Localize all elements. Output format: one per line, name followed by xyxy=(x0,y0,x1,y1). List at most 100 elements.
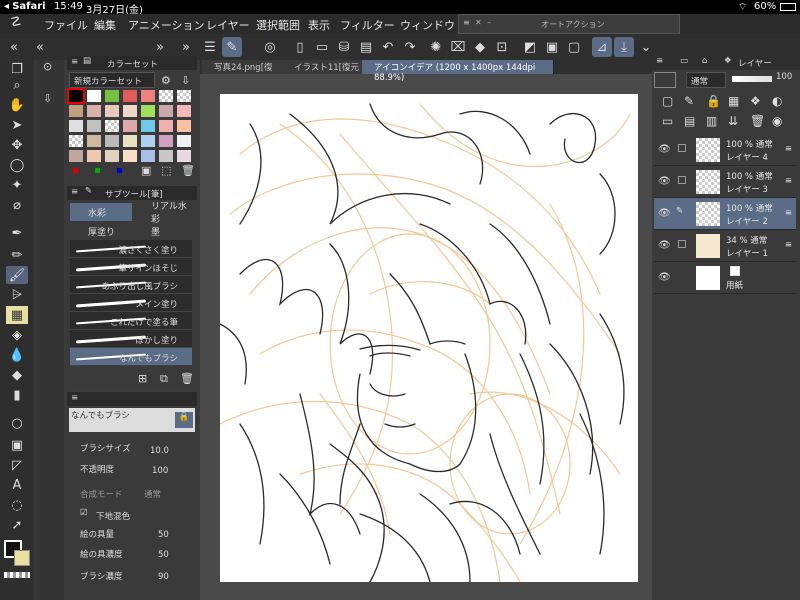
frame-tool-icon[interactable]: ▣ xyxy=(6,436,28,454)
expand-icon[interactable]: » xyxy=(150,37,170,57)
minimize-icon[interactable]: – xyxy=(487,18,491,27)
layer-row-paper[interactable]: 👁 用紙 xyxy=(654,262,796,294)
layer-row[interactable]: 👁 100 % 通常 レイヤー 3 ≡ xyxy=(654,166,796,198)
color-set-dropdown[interactable]: 新規カラーセット xyxy=(69,72,155,88)
grip-icon[interactable]: ≡ xyxy=(71,393,78,403)
new-folder-icon[interactable]: ▥ xyxy=(706,114,717,128)
color-swatch[interactable] xyxy=(69,120,83,132)
layer-checkbox[interactable] xyxy=(678,176,686,184)
color-swatch[interactable] xyxy=(177,105,191,117)
ruler-tool-icon[interactable]: ◸ xyxy=(6,456,28,474)
menu-edit[interactable]: 編集 xyxy=(94,17,116,33)
paint-amount-value[interactable]: 50 xyxy=(158,530,169,540)
blend-mode-select[interactable]: 通常 xyxy=(144,488,161,500)
download-icon[interactable]: ⇩ xyxy=(181,74,190,87)
eye-icon[interactable]: 👁 xyxy=(658,208,671,219)
color-swatch[interactable] xyxy=(123,120,137,132)
color-swatch[interactable] xyxy=(159,120,173,132)
color-swatch[interactable] xyxy=(123,105,137,117)
grip-icon[interactable]: ≡ xyxy=(71,57,78,67)
eraser-icon[interactable]: ◈ xyxy=(6,326,28,344)
blend-mode-dropdown[interactable]: 通常 xyxy=(686,72,726,88)
text-tool-icon[interactable]: A xyxy=(6,476,28,494)
eyedropper-icon[interactable]: ⌀ xyxy=(6,196,28,214)
redo-icon[interactable]: ↷ xyxy=(400,37,420,57)
brush-item[interactable]: これだけで塗る筆 xyxy=(70,312,192,330)
menu-layer[interactable]: レイヤー xyxy=(206,17,250,33)
menu-select[interactable]: 選択範囲 xyxy=(256,17,300,33)
color-swatch[interactable] xyxy=(105,90,119,102)
mask-icon[interactable]: ▦ xyxy=(728,94,739,108)
brush-tool-icon[interactable]: 🖌 xyxy=(6,266,28,284)
opacity-value[interactable]: 100 xyxy=(152,466,168,476)
color-swatch[interactable] xyxy=(177,120,191,132)
lock-icon[interactable]: 🔒 xyxy=(175,412,193,428)
color-swatch[interactable] xyxy=(87,105,101,117)
color-swatch[interactable] xyxy=(105,135,119,147)
hamburger-icon[interactable]: ☰ xyxy=(200,37,220,57)
color-swatch[interactable] xyxy=(141,150,155,162)
color-swatch[interactable] xyxy=(177,135,191,147)
lock-transparent-icon[interactable]: 🔒 xyxy=(706,94,721,108)
color-swatch[interactable] xyxy=(141,105,155,117)
zoom-tool-icon[interactable]: ⌕ xyxy=(6,76,28,94)
menu-animation[interactable]: アニメーション xyxy=(128,17,205,33)
snap-icon-2[interactable]: ▣ xyxy=(542,37,562,57)
color-swatch[interactable] xyxy=(123,90,137,102)
balloon-tool-icon[interactable]: ◌ xyxy=(6,496,28,514)
eye-icon[interactable]: 👁 xyxy=(658,176,671,187)
color-swatch[interactable] xyxy=(105,120,119,132)
palette-color-icon[interactable]: ❖ xyxy=(750,94,761,108)
color-swatch[interactable] xyxy=(159,105,173,117)
eye-icon[interactable]: 👁 xyxy=(658,272,671,283)
color-swatch[interactable] xyxy=(87,135,101,147)
brush-item[interactable]: あぶり出し風ブラシ xyxy=(70,276,192,294)
layer-opacity-value[interactable]: 100 xyxy=(776,72,792,82)
delete-layer-icon[interactable]: 🗑 xyxy=(750,114,765,128)
transparent-color-swatch[interactable] xyxy=(4,572,30,578)
tab-real-watercolor[interactable]: リアル水彩 xyxy=(133,202,195,225)
brush-item[interactable]: 濃さくさく塗り xyxy=(70,240,192,258)
tab-thick-paint[interactable]: 厚塗り xyxy=(70,222,132,240)
color-swatch[interactable] xyxy=(123,150,137,162)
edit-icon[interactable]: ✎ xyxy=(222,37,242,57)
brush-size-value[interactable]: 10.0 xyxy=(150,446,169,456)
trash-icon[interactable]: 🗑 xyxy=(180,372,194,385)
chevron-down-icon[interactable]: ⌄ xyxy=(636,37,656,57)
navigator-tab-icon[interactable]: ▭ xyxy=(680,56,688,66)
shape-tool-icon[interactable]: ○ xyxy=(6,414,28,432)
color-swatch[interactable] xyxy=(123,135,137,147)
property-tab-icon[interactable]: ⌂ xyxy=(702,56,707,66)
decoration-tool-icon[interactable]: ▦ xyxy=(6,306,28,324)
tab-icon-idea[interactable]: アイコンイデア (1200 x 1400px 144dpi 88.9%) xyxy=(362,60,554,83)
color-swatch[interactable] xyxy=(141,135,155,147)
color-swatch[interactable] xyxy=(159,90,173,102)
tab-watercolor[interactable]: 水彩 xyxy=(70,203,132,221)
import-icon[interactable]: ⇩ xyxy=(43,92,52,105)
eye-icon[interactable]: 👁 xyxy=(658,144,671,155)
layer-row[interactable]: 👁 100 % 通常 レイヤー 4 ≡ xyxy=(654,134,796,166)
export-icon[interactable]: ▤ xyxy=(356,37,376,57)
color-swatch[interactable] xyxy=(69,150,83,162)
loading-icon[interactable]: ✺ xyxy=(426,37,446,57)
lasso-tool-icon[interactable]: ◯ xyxy=(6,156,28,174)
reference-layer-icon[interactable]: ✎ xyxy=(684,94,694,108)
color-swatch[interactable] xyxy=(69,105,83,117)
filter-icon[interactable]: ◐ xyxy=(772,94,782,108)
menu-window[interactable]: ウィンドウ xyxy=(400,17,455,33)
eye-icon[interactable]: 👁 xyxy=(658,240,671,251)
ruler-snap-icon[interactable]: ⊿ xyxy=(592,37,612,57)
pen-tool-icon[interactable]: ✒ xyxy=(6,224,28,242)
layer-row[interactable]: 👁 34 % 通常 レイヤー 1 ≡ xyxy=(654,230,796,262)
app-logo-icon[interactable]: ☡ xyxy=(10,15,22,30)
grip-icon[interactable]: ≡ xyxy=(71,187,78,197)
copy-subtool-icon[interactable]: ⊞ xyxy=(138,372,147,385)
swirl-icon[interactable]: ◎ xyxy=(260,37,280,57)
hand-icon[interactable]: ✋ xyxy=(6,96,28,114)
paint-density-value[interactable]: 50 xyxy=(158,550,169,560)
pencil-tool-icon[interactable]: ✏ xyxy=(6,246,28,264)
layer-tab-icon[interactable]: ❖ xyxy=(724,56,732,66)
tab-ink[interactable]: 墨 xyxy=(133,222,195,240)
color-swatch[interactable] xyxy=(105,150,119,162)
new-raster-layer-icon[interactable]: ▭ xyxy=(662,114,673,128)
